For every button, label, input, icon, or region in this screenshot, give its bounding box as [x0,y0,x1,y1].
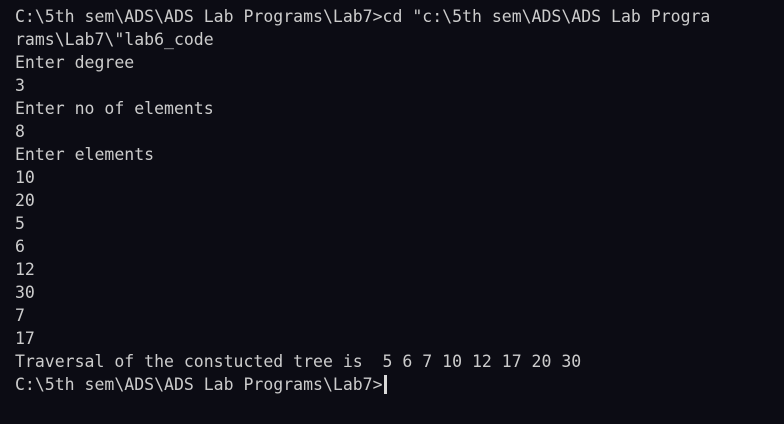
input-degree: 3 [15,76,25,95]
input-element: 6 [15,237,25,256]
input-element: 12 [15,260,35,279]
prompt-enter-degree: Enter degree [15,53,135,72]
prompt-enter-count: Enter no of elements [15,99,214,118]
command-line: C:\5th sem\ADS\ADS Lab Programs\Lab7>cd … [15,7,711,26]
terminal-window[interactable]: C:\5th sem\ADS\ADS Lab Programs\Lab7>cd … [0,0,784,424]
prompt-text: C:\5th sem\ADS\ADS Lab Programs\Lab7> [15,375,383,394]
input-element: 7 [15,306,25,325]
input-element: 30 [15,283,35,302]
prompt-enter-elements: Enter elements [15,145,155,164]
prompt-line[interactable]: C:\5th sem\ADS\ADS Lab Programs\Lab7> [15,373,784,396]
input-count: 8 [15,122,25,141]
command-line-wrap: rams\Lab7\"lab6_code [15,30,214,49]
input-element: 20 [15,191,35,210]
text-cursor [383,375,387,394]
traversal-output: Traversal of the constucted tree is 5 6 … [15,352,582,371]
input-element: 10 [15,168,35,187]
input-element: 17 [15,329,35,348]
input-element: 5 [15,214,25,233]
